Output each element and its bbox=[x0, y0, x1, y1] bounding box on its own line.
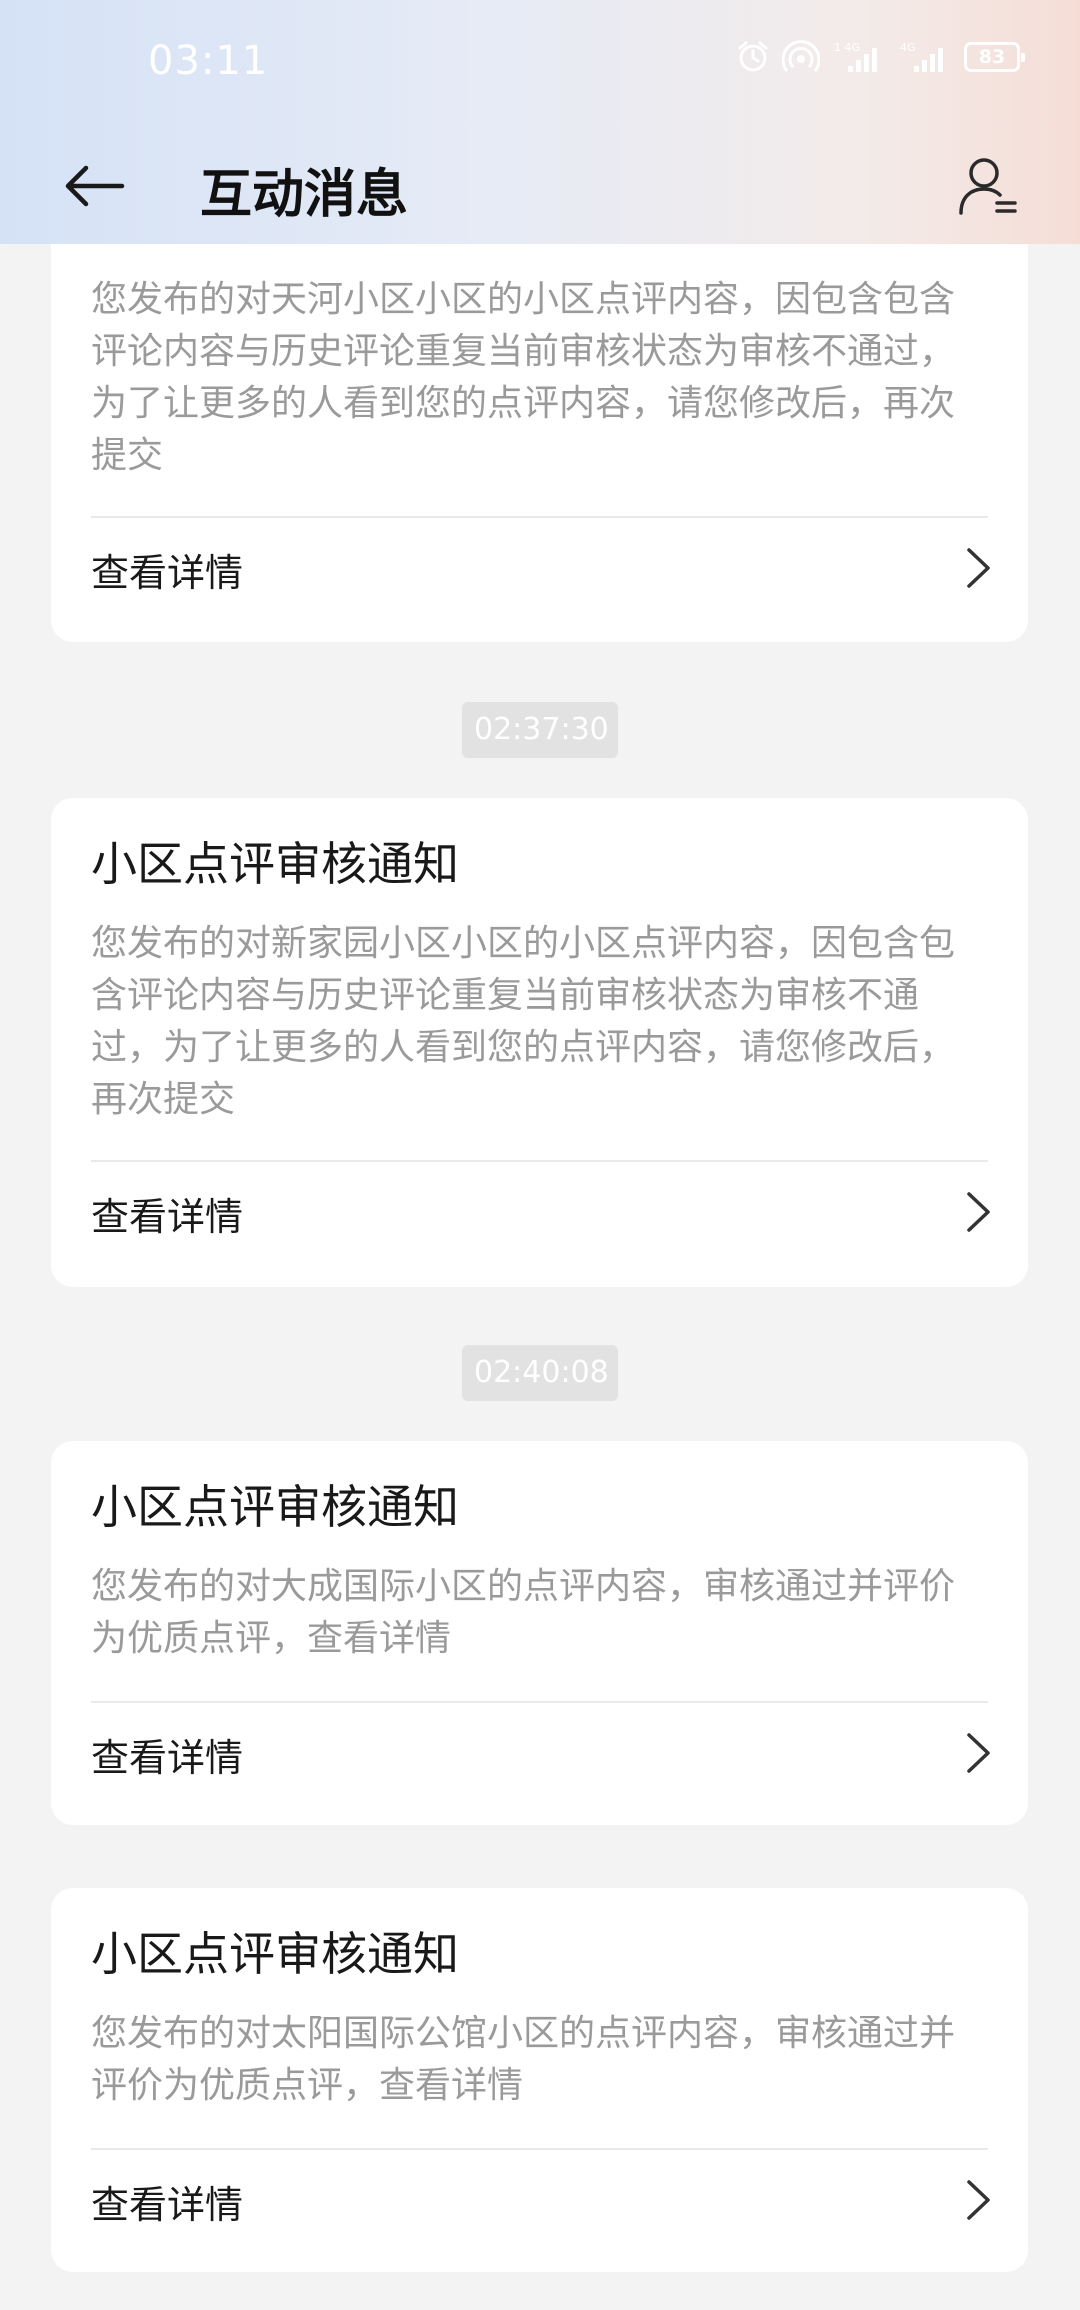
chevron-right-icon bbox=[967, 548, 990, 588]
status-icons: 1 4G 4G 83 bbox=[736, 40, 1025, 74]
message-title: 小区点评审核通知 bbox=[91, 1480, 459, 1534]
back-button[interactable] bbox=[62, 154, 126, 218]
message-card: 小区点评审核通知 您发布的对大成国际小区的点评内容，审核通过并评价为优质点评，查… bbox=[51, 1441, 1028, 1825]
chevron-right-icon bbox=[967, 1733, 990, 1773]
alarm-icon bbox=[738, 41, 768, 72]
signal-4g-icon-2: 4G bbox=[900, 41, 943, 72]
app-header: 03:11 1 4G 4G 83 互动消息 bbox=[0, 0, 1080, 244]
timestamp-badge: 02:37:30 bbox=[462, 702, 618, 758]
view-details-button[interactable]: 查看详情 bbox=[51, 518, 1028, 618]
view-details-button[interactable]: 查看详情 bbox=[51, 1162, 1028, 1262]
status-bar: 03:11 1 4G 4G 83 bbox=[0, 0, 1080, 120]
nav-bar: 互动消息 bbox=[0, 130, 1080, 240]
chevron-right-icon bbox=[967, 1192, 990, 1232]
message-title: 小区点评审核通知 bbox=[91, 1927, 459, 1981]
chevron-right-icon bbox=[967, 2180, 990, 2220]
view-details-label: 查看详情 bbox=[91, 2183, 244, 2227]
message-title: 小区点评审核通知 bbox=[91, 837, 459, 891]
account-settings-button[interactable] bbox=[948, 146, 1028, 226]
message-card: 您发布的对天河小区小区的小区点评内容，因包含包含评论内容与历史评论重复当前审核状… bbox=[51, 244, 1028, 642]
view-details-label: 查看详情 bbox=[91, 551, 244, 595]
status-time: 03:11 bbox=[148, 38, 269, 84]
signal-4g-icon: 1 4G bbox=[834, 41, 877, 72]
svg-text:1 4G: 1 4G bbox=[834, 41, 860, 54]
hotspot-icon bbox=[782, 40, 820, 72]
message-body: 您发布的对天河小区小区的小区点评内容，因包含包含评论内容与历史评论重复当前审核状… bbox=[91, 279, 956, 476]
view-details-label: 查看详情 bbox=[91, 1736, 244, 1780]
svg-text:4G: 4G bbox=[900, 41, 916, 54]
view-details-button[interactable]: 查看详情 bbox=[51, 2150, 1028, 2250]
message-card: 小区点评审核通知 您发布的对新家园小区小区的小区点评内容，因包含包含评论内容与历… bbox=[51, 798, 1028, 1287]
message-body: 您发布的对新家园小区小区的小区点评内容，因包含包含评论内容与历史评论重复当前审核… bbox=[91, 923, 956, 1120]
message-card: 小区点评审核通知 您发布的对太阳国际公馆小区的点评内容，审核通过并评价为优质点评… bbox=[51, 1888, 1028, 2272]
message-body: 您发布的对大成国际小区的点评内容，审核通过并评价为优质点评，查看详情 bbox=[91, 1566, 956, 1659]
message-list[interactable]: 您发布的对天河小区小区的小区点评内容，因包含包含评论内容与历史评论重复当前审核状… bbox=[0, 244, 1080, 2310]
timestamp-badge: 02:40:08 bbox=[462, 1345, 618, 1401]
battery-icon: 83 bbox=[964, 42, 1025, 72]
view-details-label: 查看详情 bbox=[91, 1195, 244, 1239]
battery-level: 83 bbox=[978, 46, 1006, 68]
view-details-button[interactable]: 查看详情 bbox=[51, 1703, 1028, 1803]
page-title: 互动消息 bbox=[200, 165, 409, 225]
arrow-left-icon bbox=[65, 165, 125, 207]
message-body: 您发布的对太阳国际公馆小区的点评内容，审核通过并评价为优质点评，查看详情 bbox=[91, 2013, 956, 2106]
account-settings-icon bbox=[959, 158, 1017, 215]
